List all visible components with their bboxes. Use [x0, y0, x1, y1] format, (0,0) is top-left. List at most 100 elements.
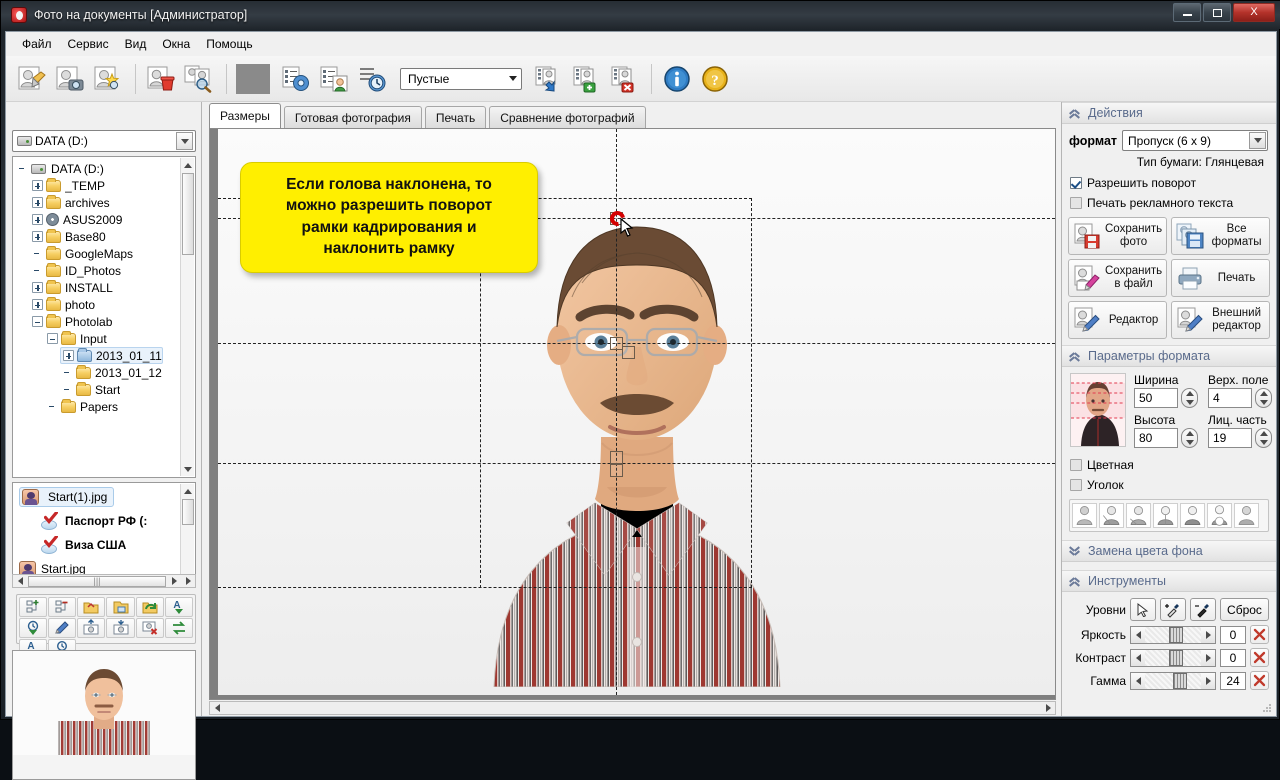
format-combo[interactable]: Пропуск (6 x 9)	[1122, 130, 1268, 151]
group-header-tools[interactable]: Инструменты	[1062, 570, 1276, 592]
list-add-icon[interactable]	[568, 61, 604, 97]
tree-expander-icon[interactable]	[32, 282, 43, 293]
color-swatch[interactable]	[236, 63, 270, 94]
minimize-button[interactable]	[1173, 3, 1201, 22]
delete-photo-icon[interactable]	[135, 618, 164, 638]
tree-expander-icon[interactable]	[32, 231, 43, 242]
capture-camera-icon[interactable]	[52, 61, 88, 97]
scroll-up-icon[interactable]	[181, 158, 195, 172]
crop-handle-eye-right[interactable]	[622, 346, 635, 359]
pose-style-button[interactable]	[1099, 503, 1124, 528]
list-horizontal-scrollbar[interactable]: |||	[12, 574, 196, 588]
checkbox-icon[interactable]	[1070, 197, 1082, 209]
save-photo-button[interactable]: Сохранить фото	[1068, 217, 1168, 255]
history-clock-icon[interactable]	[354, 61, 390, 97]
order-combo[interactable]: Пустые	[400, 67, 522, 90]
tree-node[interactable]: ASUS2009	[30, 211, 195, 228]
editor-button[interactable]: Редактор	[1068, 301, 1168, 339]
top-margin-stepper[interactable]	[1208, 388, 1276, 408]
info-icon[interactable]	[659, 61, 695, 97]
group-header-format-params[interactable]: Параметры формата	[1062, 345, 1276, 367]
help-icon[interactable]: ?	[697, 61, 733, 97]
settings-gear-icon[interactable]	[278, 61, 314, 97]
slider-left-icon[interactable]	[1131, 672, 1145, 689]
list-vertical-scrollbar[interactable]	[180, 484, 194, 584]
pointer-icon[interactable]	[1130, 598, 1156, 621]
open-folder-icon[interactable]	[77, 597, 106, 617]
tree-node[interactable]: photo	[30, 296, 195, 313]
edit-pencil-icon[interactable]	[48, 618, 77, 638]
prev-photo-icon[interactable]	[77, 618, 106, 638]
scroll-down-icon[interactable]	[181, 462, 195, 476]
photo-canvas-surface[interactable]: Если голова наклонена, то можно разрешит…	[218, 129, 1055, 695]
checkbox-corner[interactable]: Уголок	[1062, 475, 1276, 495]
tree-node[interactable]: Base80	[30, 228, 195, 245]
scroll-left-icon[interactable]	[13, 575, 27, 587]
scroll-up-icon[interactable]	[181, 484, 195, 498]
folder-tree[interactable]: DATA (D:) _TEMP archives ASUS2009 Base80 Goog…	[12, 156, 196, 478]
tree-node[interactable]: _TEMP	[30, 177, 195, 194]
tree-expander-icon[interactable]	[32, 180, 43, 191]
group-header-actions[interactable]: Действия	[1062, 102, 1276, 124]
tree-node[interactable]: DATA (D:)	[15, 160, 195, 177]
tree-node[interactable]: Start	[60, 381, 195, 398]
top-margin-spin-buttons[interactable]	[1255, 388, 1272, 408]
photo-canvas[interactable]: Если голова наклонена, то можно разрешит…	[209, 128, 1056, 700]
photo-preview[interactable]	[12, 650, 196, 780]
gamma-clear-icon[interactable]	[1250, 671, 1269, 690]
external-editor-button[interactable]: Внешний редактор	[1171, 301, 1270, 339]
slider-track[interactable]	[1145, 672, 1201, 689]
add-item-icon[interactable]	[19, 597, 48, 617]
chevron-down-icon[interactable]	[1249, 132, 1266, 149]
menu-service[interactable]: Сервис	[60, 34, 117, 54]
tree-expander-icon[interactable]	[63, 350, 74, 361]
pose-style-button[interactable]	[1234, 503, 1259, 528]
brightness-slider[interactable]	[1130, 625, 1216, 644]
scroll-left-icon[interactable]	[210, 702, 224, 714]
slider-left-icon[interactable]	[1131, 626, 1145, 643]
height-spin-buttons[interactable]	[1181, 428, 1198, 448]
list-item[interactable]: Паспорт РФ (:	[13, 509, 195, 533]
pose-style-button[interactable]	[1207, 503, 1232, 528]
menu-file[interactable]: Файл	[14, 34, 60, 54]
slider-right-icon[interactable]	[1201, 626, 1215, 643]
slider-right-icon[interactable]	[1201, 672, 1215, 689]
tab-print[interactable]: Печать	[424, 106, 487, 128]
scroll-page-right-icon[interactable]	[181, 575, 195, 587]
contrast-value[interactable]: 0	[1220, 648, 1246, 667]
pose-style-button[interactable]	[1072, 503, 1097, 528]
scroll-thumb[interactable]	[181, 499, 194, 525]
slider-right-icon[interactable]	[1201, 649, 1215, 666]
maximize-button[interactable]	[1203, 3, 1231, 22]
slider-thumb[interactable]	[1173, 672, 1187, 689]
tree-node[interactable]: 2013_01_12	[60, 364, 195, 381]
tree-node[interactable]: 2013_01_11	[60, 347, 163, 364]
list-remove-icon[interactable]	[606, 61, 642, 97]
canvas-horizontal-scrollbar[interactable]	[209, 701, 1056, 715]
reset-button[interactable]: Сброс	[1220, 598, 1269, 621]
checkbox-print-ad-text[interactable]: Печать рекламного текста	[1062, 193, 1276, 213]
checkbox-icon[interactable]	[1070, 177, 1082, 189]
slider-track[interactable]	[1145, 649, 1201, 666]
crop-handle-chin[interactable]	[610, 451, 623, 464]
contrast-clear-icon[interactable]	[1250, 648, 1269, 667]
width-spin-buttons[interactable]	[1181, 388, 1198, 408]
next-photo-icon[interactable]	[106, 618, 135, 638]
checkbox-allow-rotation[interactable]: Разрешить поворот	[1062, 173, 1276, 193]
gamma-slider[interactable]	[1130, 671, 1216, 690]
slider-track[interactable]	[1145, 626, 1201, 643]
tree-node[interactable]: Papers	[45, 398, 195, 415]
delete-photo-icon[interactable]	[143, 61, 179, 97]
face-part-input[interactable]	[1208, 428, 1252, 448]
save-to-file-button[interactable]: Сохранить в файл	[1068, 259, 1168, 297]
brightness-clear-icon[interactable]	[1250, 625, 1269, 644]
tree-node[interactable]: Photolab	[30, 313, 195, 330]
width-stepper[interactable]	[1134, 388, 1202, 408]
list-item[interactable]: Start(1).jpg	[13, 485, 195, 509]
group-header-background-replace[interactable]: Замена цвета фона	[1062, 540, 1276, 562]
tree-node[interactable]: Input	[45, 330, 195, 347]
print-button[interactable]: Печать	[1171, 259, 1270, 297]
contrast-slider[interactable]	[1130, 648, 1216, 667]
pose-style-button[interactable]	[1126, 503, 1151, 528]
photo-file-list[interactable]: Start(1).jpg Паспорт РФ (: Виза США Start.j…	[12, 482, 196, 586]
